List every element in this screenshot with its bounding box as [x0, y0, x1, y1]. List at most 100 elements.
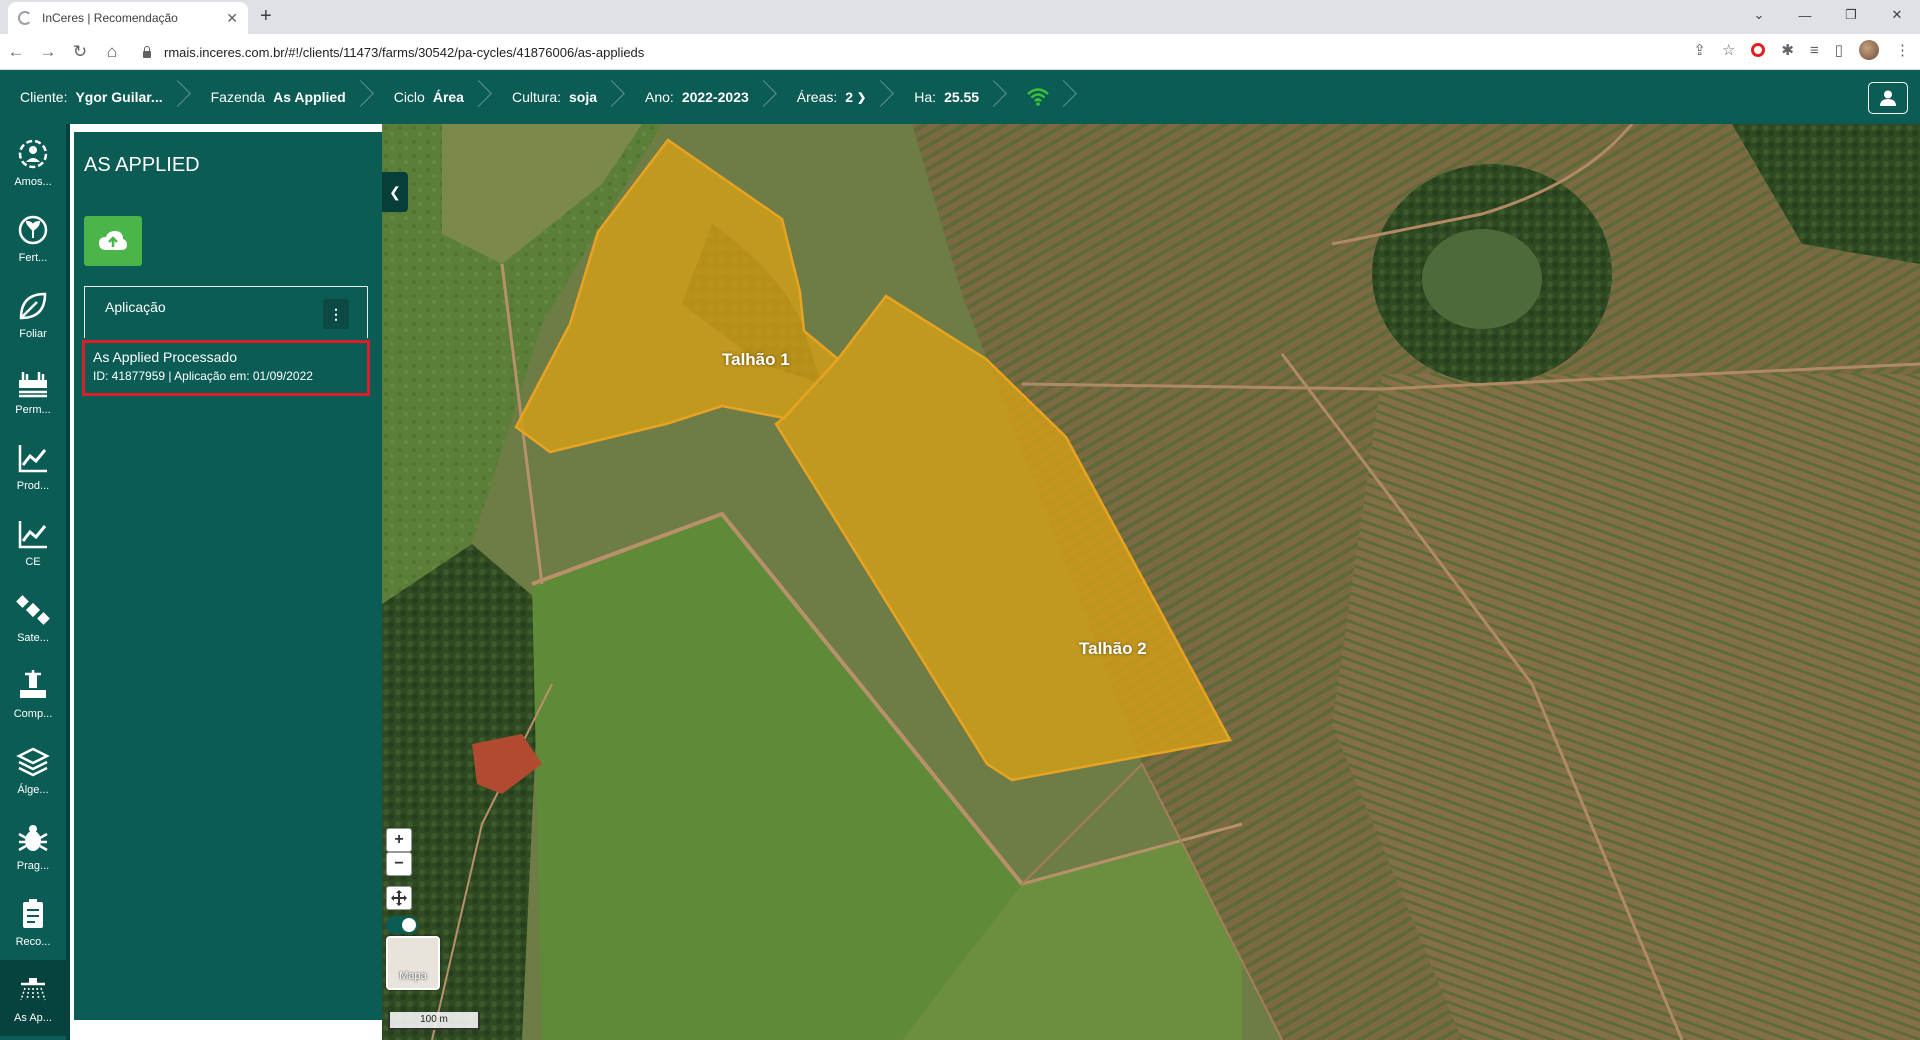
bug-icon: [18, 825, 48, 852]
reading-list-icon[interactable]: ≡: [1810, 42, 1819, 59]
rail-item-pragas[interactable]: Prag...: [0, 808, 66, 884]
fazenda-label: Fazenda: [210, 89, 266, 105]
ha-label: Ha:: [914, 89, 937, 105]
close-window-button[interactable]: ✕: [1874, 0, 1920, 30]
rail-item-foliar[interactable]: Foliar: [0, 276, 66, 352]
app-header: Cliente: Ygor Guilar... Fazenda As Appli…: [0, 70, 1920, 124]
ano-label: Ano:: [645, 89, 674, 105]
zoom-in-button[interactable]: +: [386, 828, 412, 852]
wifi-icon: [1027, 88, 1049, 106]
basemap-label: Mapa: [399, 970, 427, 982]
chevron-down-icon[interactable]: ❯: [857, 91, 866, 104]
field-2-label[interactable]: Talhão 2: [1079, 639, 1147, 659]
left-rail: Amos... Fert... Foliar Perm... Prod... C…: [0, 124, 70, 1040]
home-button[interactable]: ⌂: [96, 42, 128, 62]
map-canvas: [382, 124, 1920, 1040]
rail-label: Reco...: [15, 936, 51, 948]
upload-button[interactable]: [84, 216, 142, 266]
leaf-icon: [19, 292, 47, 320]
crumb-ciclo[interactable]: Ciclo Área: [374, 70, 492, 124]
bookmark-star-icon[interactable]: ☆: [1722, 41, 1735, 59]
rail-item-recomendacao[interactable]: Reco...: [0, 884, 66, 960]
rail-item-satelite[interactable]: Sate...: [0, 580, 66, 656]
satellite-icon: [16, 595, 50, 625]
lock-icon[interactable]: [140, 45, 154, 59]
card-menu-button[interactable]: ⋮: [323, 299, 349, 329]
rail-item-algebra[interactable]: Álge...: [0, 732, 66, 808]
minimize-button[interactable]: —: [1782, 0, 1828, 30]
sampling-icon: [18, 139, 48, 169]
new-tab-button[interactable]: +: [260, 5, 272, 28]
result-title: As Applied Processado: [93, 349, 237, 365]
crumb-ano[interactable]: Ano: 2022-2023: [625, 70, 777, 124]
cliente-label: Cliente:: [20, 89, 68, 105]
rail-label: Foliar: [19, 328, 47, 340]
extensions-puzzle-icon[interactable]: ✱: [1781, 41, 1794, 59]
field-1-label[interactable]: Talhão 1: [722, 350, 790, 370]
cliente-value: Ygor Guilar...: [75, 89, 163, 105]
as-applied-result-item[interactable]: As Applied Processado ID: 41877959 | Apl…: [82, 340, 370, 396]
share-icon[interactable]: ⇪: [1693, 41, 1706, 59]
zoom-out-button[interactable]: −: [386, 852, 412, 876]
productivity-chart-icon: [18, 445, 47, 473]
pan-move-button[interactable]: [386, 886, 412, 910]
back-button[interactable]: ←: [0, 42, 32, 62]
rail-label: Fert...: [18, 252, 48, 264]
fazenda-value: As Applied: [273, 89, 346, 105]
as-applied-panel: AS APPLIED Aplicação ⋮ As Applied Proces…: [74, 132, 382, 1020]
layers-icon: [16, 747, 50, 777]
chevron-left-icon: ❮: [389, 183, 401, 200]
rail-label: Amos...: [14, 176, 52, 188]
ciclo-value: Área: [432, 89, 464, 105]
rail-label: Perm...: [15, 404, 51, 416]
map-scale-bar: 100 m: [388, 1012, 480, 1030]
forward-button[interactable]: →: [32, 42, 64, 62]
fertility-icon: [18, 215, 48, 245]
collapse-panel-button[interactable]: ❮: [382, 172, 408, 212]
panel-title: AS APPLIED: [84, 154, 200, 176]
browser-tab[interactable]: InCeres | Recomendação ✕: [8, 2, 248, 34]
recommendation-icon: [23, 899, 43, 928]
rail-label: Álge...: [17, 784, 49, 796]
crumb-ha: Ha: 25.55: [894, 70, 1007, 124]
rail-item-fertilidade[interactable]: Fert...: [0, 200, 66, 276]
opera-extension-icon[interactable]: [1751, 43, 1766, 57]
crumb-cliente[interactable]: Cliente: Ygor Guilar...: [0, 70, 191, 124]
rail-item-as-applied[interactable]: As Ap...: [0, 960, 66, 1036]
tab-title: InCeres | Recomendação: [42, 11, 178, 25]
restore-button[interactable]: ❐: [1828, 0, 1874, 30]
reload-button[interactable]: ↻: [64, 42, 96, 62]
layer-toggle[interactable]: [386, 916, 418, 934]
cloud-upload-icon: [99, 231, 127, 250]
menu-kebab-icon[interactable]: ⋮: [1895, 41, 1910, 59]
aplicacao-card: Aplicação ⋮: [84, 286, 368, 338]
rail-item-compactacao[interactable]: Comp...: [0, 656, 66, 732]
side-panel-icon[interactable]: ▯: [1835, 41, 1843, 59]
basemap-selector[interactable]: Mapa: [386, 936, 440, 990]
url-text: rmais.inceres.com.br/#!/clients/11473/fa…: [164, 44, 645, 60]
close-tab-icon[interactable]: ✕: [226, 10, 238, 27]
rail-item-amostragem[interactable]: Amos...: [0, 124, 66, 200]
result-meta: ID: 41877959 | Aplicação em: 01/09/2022: [93, 369, 313, 383]
rail-item-ce[interactable]: CE: [0, 504, 66, 580]
address-bar[interactable]: rmais.inceres.com.br/#!/clients/11473/fa…: [140, 38, 1660, 66]
crumb-cultura[interactable]: Cultura: soja: [492, 70, 625, 124]
ciclo-label: Ciclo: [393, 89, 425, 105]
rail-item-produtividade[interactable]: Prod...: [0, 428, 66, 504]
move-icon: [391, 890, 407, 906]
areas-label: Áreas:: [796, 89, 838, 105]
browser-toolbar: ← → ↻ ⌂ rmais.inceres.com.br/#!/clients/…: [0, 34, 1920, 70]
crumb-fazenda[interactable]: Fazenda As Applied: [191, 70, 374, 124]
sprayer-icon: [20, 978, 46, 1001]
satellite-map[interactable]: Talhão 1 Talhão 2: [382, 124, 1920, 1040]
rail-label: Comp...: [13, 708, 53, 720]
user-profile-button[interactable]: [1868, 82, 1908, 114]
crumb-areas[interactable]: Áreas: 2 ❯: [777, 70, 894, 124]
browser-tabbar: InCeres | Recomendação ✕ + ⌄ — ❐ ✕: [0, 0, 1920, 34]
permission-icon: [19, 372, 47, 398]
rail-item-permissao[interactable]: Perm...: [0, 352, 66, 428]
profile-avatar-icon[interactable]: [1859, 40, 1879, 60]
ha-value: 25.55: [944, 89, 980, 105]
tab-search-icon[interactable]: ⌄: [1736, 0, 1782, 30]
cultura-value: soja: [569, 89, 598, 105]
